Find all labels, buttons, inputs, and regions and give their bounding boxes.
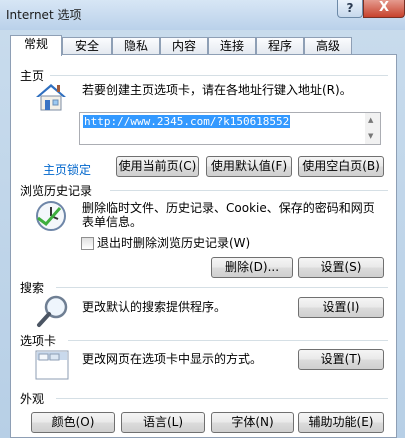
history-clock-icon: [36, 201, 66, 231]
tabs-group-divider: [68, 340, 388, 341]
scroll-up-icon[interactable]: ▲: [368, 116, 373, 124]
tabs-settings-button[interactable]: 设置(T): [298, 349, 384, 370]
homepage-description: 若要创建主页选项卡，请在各地址行键入地址(R)。: [82, 83, 352, 97]
history-settings-button[interactable]: 设置(S): [298, 257, 384, 278]
history-description-line1: 删除临时文件、历史记录、Cookie、保存的密码和网页: [82, 201, 375, 215]
appearance-group-divider: [56, 398, 388, 399]
tab-privacy[interactable]: 隐私: [112, 37, 160, 55]
tabs-group-label: 选项卡: [20, 332, 60, 349]
delete-on-exit-checkbox[interactable]: [81, 237, 94, 250]
tab-advanced[interactable]: 高级: [304, 37, 352, 55]
search-magnifier-icon: [37, 295, 68, 327]
homepage-url-value: http://www.2345.com/?k150618552: [83, 115, 291, 128]
accessibility-button[interactable]: 辅助功能(E): [298, 412, 384, 433]
history-group-label: 浏览历史记录: [20, 182, 96, 199]
tab-security[interactable]: 安全: [62, 37, 112, 55]
help-button[interactable]: ?: [337, 0, 363, 18]
history-description-line2: 表单信息。: [82, 215, 143, 229]
tabs-window-icon: [35, 350, 69, 380]
use-current-button[interactable]: 使用当前页(C): [116, 156, 199, 177]
history-group-divider: [110, 190, 388, 191]
search-description: 更改默认的搜索提供程序。: [82, 300, 227, 314]
use-default-button[interactable]: 使用默认值(F): [206, 156, 292, 177]
appearance-group-label: 外观: [20, 390, 48, 407]
tab-general[interactable]: 常规: [10, 35, 62, 56]
search-settings-button[interactable]: 设置(I): [298, 297, 384, 318]
window-title: Internet 选项: [6, 8, 82, 22]
colors-button[interactable]: 颜色(O): [31, 412, 115, 433]
search-group-divider: [56, 287, 388, 288]
house-icon: [36, 84, 66, 111]
close-button[interactable]: X: [363, 0, 405, 18]
languages-button[interactable]: 语言(L): [121, 412, 205, 433]
homepage-lock-link[interactable]: 主页锁定: [43, 161, 91, 178]
title-bar: Internet 选项 ? X: [0, 0, 405, 30]
delete-history-button[interactable]: 删除(D)...: [211, 257, 293, 278]
url-scrollbar[interactable]: ▲ ▼: [365, 113, 380, 144]
tab-programs[interactable]: 程序: [256, 37, 304, 55]
fonts-button[interactable]: 字体(N): [211, 412, 294, 433]
delete-on-exit-label: 退出时删除浏览历史记录(W): [97, 236, 251, 250]
tab-connections[interactable]: 连接: [208, 37, 256, 55]
tab-content[interactable]: 内容: [160, 37, 208, 55]
tabs-description: 更改网页在选项卡中显示的方式。: [82, 352, 263, 366]
scroll-down-icon[interactable]: ▼: [368, 132, 373, 140]
homepage-url-field[interactable]: http://www.2345.com/?k150618552 ▲ ▼: [79, 112, 381, 145]
homepage-group-divider: [50, 75, 388, 76]
use-blank-button[interactable]: 使用空白页(B): [298, 156, 384, 177]
